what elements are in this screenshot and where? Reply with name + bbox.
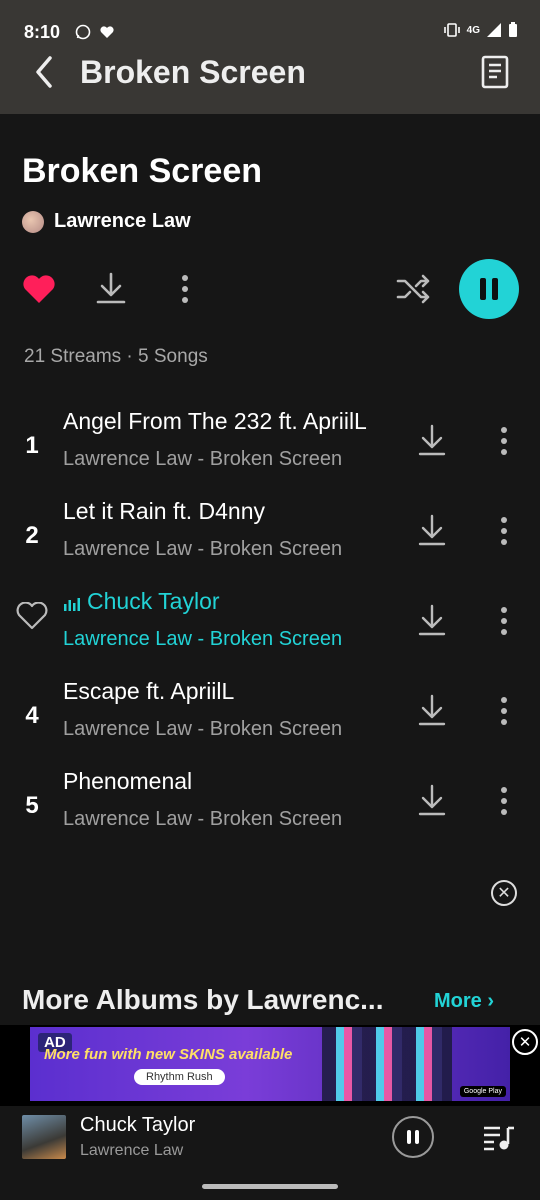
album-artist[interactable]: Lawrence Law <box>22 210 191 233</box>
track-title: Phenomenal <box>63 768 193 794</box>
ad-headline: More fun with new SKINS available <box>44 1046 293 1063</box>
heart-icon[interactable] <box>22 274 56 304</box>
more-albums-link[interactable]: More › <box>434 990 494 1013</box>
app-header: Broken Screen <box>0 52 540 114</box>
album-art-thumbnail <box>22 1115 66 1159</box>
track-subtitle: Lawrence Law - Broken Screen <box>63 628 343 650</box>
ad-app-name: Rhythm Rush <box>134 1069 225 1085</box>
notes-icon[interactable] <box>480 54 510 90</box>
album-stats: 21 Streams · 5 Songs <box>24 346 208 367</box>
track-subtitle: Lawrence Law - Broken Screen <box>63 448 343 470</box>
heart-outline-icon[interactable] <box>16 602 48 630</box>
track-number: 5 <box>25 792 39 819</box>
chevron-right-icon: › <box>487 990 495 1012</box>
more-options-icon[interactable] <box>498 606 510 636</box>
vibrate-icon <box>443 23 460 37</box>
track-subtitle: Lawrence Law - Broken Screen <box>63 538 343 560</box>
home-indicator[interactable] <box>202 1184 338 1189</box>
pause-button[interactable] <box>459 259 519 319</box>
download-icon[interactable] <box>418 514 446 546</box>
track-subtitle: Lawrence Law - Broken Screen <box>63 718 343 740</box>
whatsapp-icon <box>75 24 91 40</box>
network-type: 4G <box>466 24 480 36</box>
equalizer-icon <box>64 597 80 611</box>
back-arrow-icon[interactable] <box>28 52 60 92</box>
track-title: Let it Rain ft. D4nny <box>63 498 265 524</box>
track-title: Escape ft. ApriilL <box>63 678 235 704</box>
more-options-icon[interactable] <box>498 426 510 456</box>
mini-player[interactable]: Chuck Taylor Lawrence Law <box>0 1106 540 1200</box>
track-title: Angel From The 232 ft. ApriilL <box>63 408 367 434</box>
signal-icon <box>487 23 501 37</box>
header-title: Broken Screen <box>80 54 306 90</box>
artist-name: Lawrence Law <box>54 210 191 232</box>
status-system-icons: 4G <box>443 22 518 38</box>
track-row-playing[interactable]: Chuck Taylor Lawrence Law - Broken Scree… <box>0 584 540 672</box>
album-actions <box>0 258 540 322</box>
more-options-icon[interactable] <box>498 696 510 726</box>
album-title: Broken Screen <box>22 152 262 190</box>
track-row[interactable]: 2 Let it Rain ft. D4nny Lawrence Law - B… <box>0 494 540 582</box>
close-icon[interactable]: ✕ <box>491 880 517 906</box>
shuffle-icon[interactable] <box>396 274 432 304</box>
download-icon[interactable] <box>418 784 446 816</box>
mini-pause-button[interactable] <box>392 1116 434 1158</box>
close-ad-icon[interactable]: ✕ <box>512 1029 538 1055</box>
track-number: 2 <box>25 522 39 549</box>
more-albums-heading: More Albums by Lawrenc... <box>22 984 384 1015</box>
more-options-icon[interactable] <box>498 786 510 816</box>
ad-banner-container: AD More fun with new SKINS available Rhy… <box>0 1025 540 1106</box>
heart-notification-icon <box>100 26 114 38</box>
track-row[interactable]: 1 Angel From The 232 ft. ApriilL Lawrenc… <box>0 404 540 492</box>
track-number: 1 <box>25 432 39 459</box>
more-options-icon[interactable] <box>498 516 510 546</box>
pause-icon <box>407 1130 411 1144</box>
track-subtitle: Lawrence Law - Broken Screen <box>63 808 343 830</box>
battery-icon <box>509 22 517 37</box>
download-icon[interactable] <box>418 424 446 456</box>
google-play-badge: Google Play <box>459 1086 506 1097</box>
pause-icon <box>480 278 486 300</box>
download-icon[interactable] <box>96 272 126 304</box>
status-notifications <box>75 24 115 40</box>
now-playing-title: Chuck Taylor <box>80 1114 196 1136</box>
track-number: 4 <box>25 702 39 729</box>
artist-avatar <box>22 210 44 233</box>
ad-banner[interactable]: AD More fun with new SKINS available Rhy… <box>30 1027 510 1101</box>
download-icon[interactable] <box>418 604 446 636</box>
more-options-icon[interactable] <box>178 274 192 304</box>
ad-artwork <box>322 1027 452 1101</box>
now-playing-artist: Lawrence Law <box>80 1142 184 1159</box>
track-row[interactable]: 5 Phenomenal Lawrence Law - Broken Scree… <box>0 764 540 852</box>
status-time: 8:10 <box>24 22 61 42</box>
track-row[interactable]: 4 Escape ft. ApriilL Lawrence Law - Brok… <box>0 674 540 762</box>
status-bar: 8:10 4G <box>0 0 540 52</box>
download-icon[interactable] <box>418 694 446 726</box>
queue-music-icon[interactable] <box>482 1124 516 1152</box>
track-title: Chuck Taylor <box>63 588 220 615</box>
